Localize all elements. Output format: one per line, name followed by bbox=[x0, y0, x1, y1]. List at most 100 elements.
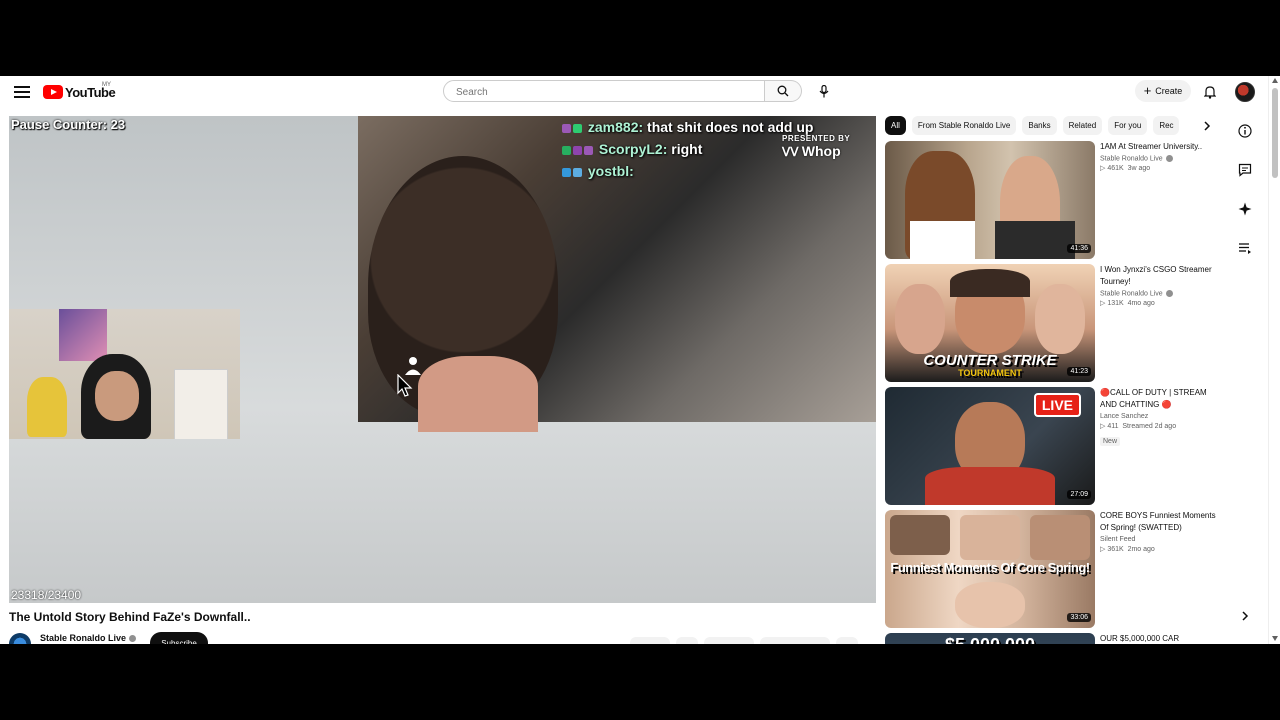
verified-icon bbox=[1165, 290, 1173, 297]
playlist-button[interactable] bbox=[1236, 239, 1254, 257]
sparkle-icon bbox=[1238, 202, 1252, 216]
create-button[interactable]: + Create bbox=[1135, 80, 1191, 102]
stream-chat-overlay: zam882: that shit does not add up Scorpy… bbox=[562, 116, 813, 182]
rec-item[interactable]: 41:36 1AM At Streamer University.. Stabl… bbox=[885, 141, 1225, 259]
mouse-cursor-icon bbox=[397, 374, 413, 397]
rec-channel[interactable]: Silent Feed bbox=[1100, 536, 1225, 543]
rec-stats: ▷ 461K 3w ago bbox=[1100, 165, 1151, 173]
verified-icon bbox=[129, 635, 137, 643]
chip-for-you[interactable]: For you bbox=[1108, 116, 1148, 135]
side-panel-icons bbox=[1236, 116, 1254, 278]
rec-thumbnail[interactable]: Funniest Moments Of Core Spring! 33:06 bbox=[885, 510, 1095, 628]
rec-thumbnail[interactable]: LIVE 27:09 bbox=[885, 387, 1095, 505]
thumb-subtext: TOURNAMENT bbox=[958, 368, 1022, 378]
video-player[interactable]: Pause Counter: 23 zam882: that shit does… bbox=[9, 116, 876, 603]
expand-panel-button[interactable] bbox=[1238, 609, 1252, 623]
subscribe-button[interactable]: Subscribe bbox=[150, 632, 208, 644]
playlist-icon bbox=[1239, 243, 1251, 254]
rec-thumbnail[interactable]: COUNTER STRIKE TOURNAMENT 41:23 bbox=[885, 264, 1095, 382]
chat-button[interactable] bbox=[1236, 161, 1254, 179]
chevron-right-icon bbox=[1204, 121, 1211, 131]
country-code: MY bbox=[102, 82, 111, 88]
live-tag: LIVE bbox=[1033, 393, 1081, 417]
chips-next-button[interactable] bbox=[1200, 118, 1214, 134]
rec-title[interactable]: CORE BOYS Funniest Moments Of Spring! (S… bbox=[1100, 510, 1225, 534]
rec-item[interactable]: $5,000,000 OUR $5,000,000 CAR bbox=[885, 633, 1225, 644]
scroll-up-arrow-icon[interactable] bbox=[1272, 78, 1278, 83]
scroll-thumb[interactable] bbox=[1272, 88, 1278, 178]
channel-name[interactable]: Stable Ronaldo Live bbox=[40, 633, 137, 643]
account-avatar[interactable] bbox=[1235, 82, 1255, 102]
rec-stats: ▷ 411 Streamed 2d ago bbox=[1100, 423, 1177, 430]
thumb-text: COUNTER STRIKE bbox=[923, 352, 1057, 369]
sponsor-presented-label: PRESENTED BY bbox=[782, 134, 851, 143]
top-bar: YouTube MY + Create bbox=[0, 76, 1268, 108]
plus-icon: + bbox=[1143, 83, 1152, 98]
chip-all[interactable]: All bbox=[885, 116, 906, 135]
rec-title[interactable]: 🔴CALL OF DUTY | STREAM AND CHATTING 🔴 bbox=[1100, 387, 1225, 411]
search-input[interactable] bbox=[454, 86, 738, 99]
voice-search-button[interactable] bbox=[813, 80, 835, 102]
youtube-logo[interactable]: YouTube MY bbox=[43, 82, 116, 100]
duration-badge: 41:23 bbox=[1067, 367, 1091, 376]
duration-badge: 41:36 bbox=[1067, 244, 1091, 253]
webcam-overlay bbox=[9, 309, 240, 439]
info-button[interactable] bbox=[1236, 122, 1254, 140]
chat-badge-icon bbox=[562, 167, 571, 177]
more-button[interactable] bbox=[836, 637, 858, 644]
rec-channel[interactable]: Stable Ronaldo Live bbox=[1100, 155, 1225, 162]
download-button[interactable] bbox=[760, 637, 830, 644]
chip-recent[interactable]: Rec bbox=[1153, 116, 1180, 135]
duration-badge: 33:06 bbox=[1067, 613, 1091, 622]
search-button[interactable] bbox=[765, 80, 802, 102]
chat-badge-icon bbox=[562, 145, 571, 155]
chip-banks[interactable]: Banks bbox=[1022, 116, 1057, 135]
rec-thumbnail[interactable]: $5,000,000 bbox=[885, 633, 1095, 644]
info-icon bbox=[1238, 124, 1252, 138]
person-icon bbox=[405, 357, 421, 375]
sponsor-brand: ᐯᐯ Whop bbox=[782, 143, 841, 159]
chat-icon bbox=[1238, 163, 1252, 177]
rec-item[interactable]: COUNTER STRIKE TOURNAMENT 41:23 I Won Jy… bbox=[885, 264, 1225, 382]
chevron-right-icon bbox=[1242, 611, 1249, 621]
search-icon bbox=[777, 85, 789, 97]
rec-stats: ▷ 131K 4mo ago bbox=[1100, 300, 1155, 308]
search-box[interactable] bbox=[443, 80, 765, 102]
rec-item[interactable]: LIVE 27:09 🔴CALL OF DUTY | STREAM AND CH… bbox=[885, 387, 1225, 505]
like-button[interactable] bbox=[630, 637, 670, 644]
chip-from-channel[interactable]: From Stable Ronaldo Live bbox=[911, 116, 1017, 135]
rec-title[interactable]: 1AM At Streamer University.. bbox=[1100, 141, 1225, 153]
rec-title[interactable]: OUR $5,000,000 CAR bbox=[1100, 633, 1225, 644]
whop-logo-icon: ᐯᐯ bbox=[782, 145, 802, 159]
thumb-text: Funniest Moments Of Core Spring! bbox=[890, 560, 1090, 575]
sponsor-overlay: PRESENTED BY ᐯᐯ Whop bbox=[782, 134, 850, 159]
youtube-play-icon bbox=[43, 85, 63, 99]
notifications-button[interactable] bbox=[1201, 83, 1219, 101]
chat-badge-icon bbox=[573, 145, 582, 155]
ask-button[interactable] bbox=[1236, 200, 1254, 218]
channel-row: Stable Ronaldo Live Subscribe bbox=[9, 631, 309, 644]
rec-channel[interactable]: Lance Sanchez bbox=[1100, 413, 1225, 420]
chip-related[interactable]: Related bbox=[1062, 116, 1103, 135]
verified-icon bbox=[1165, 155, 1173, 162]
page-scrollbar[interactable] bbox=[1268, 76, 1280, 644]
channel-avatar[interactable] bbox=[9, 633, 31, 644]
hamburger-menu-button[interactable] bbox=[14, 84, 30, 100]
video-title: The Untold Story Behind FaZe's Downfall.… bbox=[9, 610, 251, 624]
rec-channel[interactable]: Stable Ronaldo Live bbox=[1100, 290, 1225, 297]
chat-badge-icon bbox=[573, 167, 582, 177]
create-label: Create bbox=[1155, 86, 1183, 96]
rec-item[interactable]: Funniest Moments Of Core Spring! 33:06 C… bbox=[885, 510, 1225, 628]
pause-counter: Pause Counter: 23 bbox=[11, 117, 126, 132]
duration-badge: 27:09 bbox=[1067, 490, 1091, 499]
rec-title[interactable]: I Won Jynxzi's CSGO Streamer Tourney! bbox=[1100, 264, 1225, 288]
share-button[interactable] bbox=[704, 637, 754, 644]
mic-icon bbox=[819, 84, 829, 97]
chat-badge-icon bbox=[562, 123, 571, 133]
chat-line: ScorpyL2: right bbox=[562, 138, 813, 160]
dislike-button[interactable] bbox=[676, 637, 698, 644]
scroll-down-arrow-icon[interactable] bbox=[1272, 636, 1278, 641]
frame-counter: 23318/23400 bbox=[11, 588, 82, 602]
video-actions-bar bbox=[630, 636, 870, 644]
rec-thumbnail[interactable]: 41:36 bbox=[885, 141, 1095, 259]
